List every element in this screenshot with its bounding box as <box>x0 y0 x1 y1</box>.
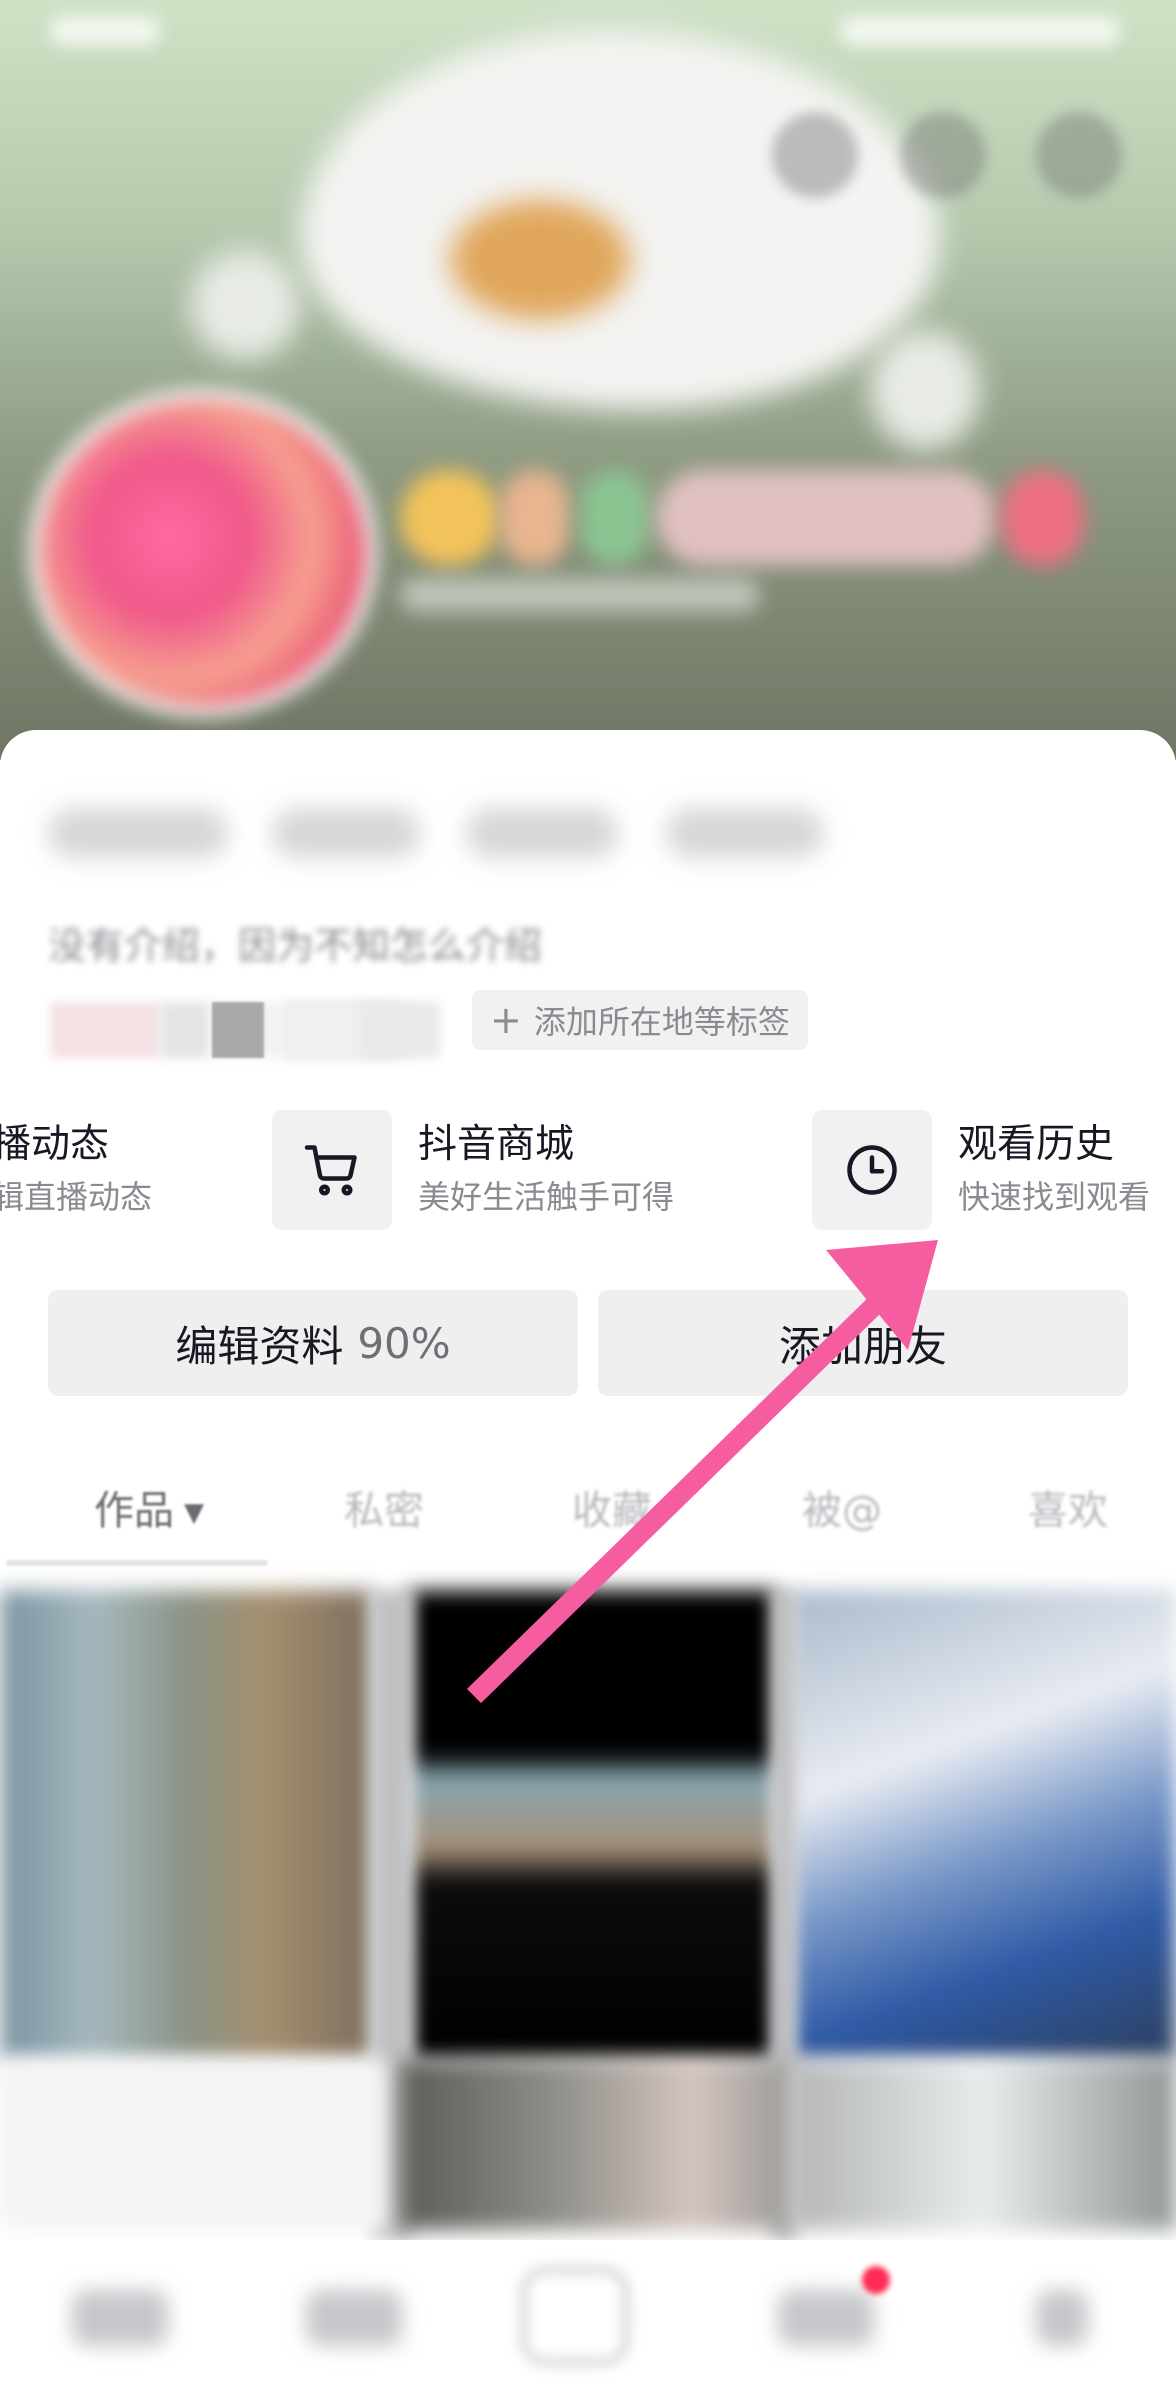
shortcut-title: 抖音商城 <box>418 1122 575 1167</box>
notification-dot <box>862 2266 890 2294</box>
add-friends-button[interactable]: 添加朋友 <box>598 1290 1128 1396</box>
shortcut-douyin-mall[interactable]: 抖音商城 美好生活触手可得 <box>272 1108 674 1232</box>
profile-bio: 没有介绍，因为不知怎么介绍 <box>48 924 543 968</box>
shortcut-title: 播动态 <box>0 1122 110 1167</box>
tab-mentions[interactable]: 被@ <box>802 1478 882 1538</box>
cover-decoration <box>190 250 300 360</box>
shortcut-subtitle: 快速找到观看 <box>958 1178 1151 1216</box>
video-thumbnail[interactable] <box>400 2060 790 2230</box>
video-thumbnail[interactable] <box>790 1590 1176 2060</box>
plus-icon: + <box>490 998 522 1042</box>
tag-mosaic <box>160 1002 210 1058</box>
shortcut-watch-history[interactable]: 观看历史 快速找到观看 <box>812 1108 1150 1232</box>
add-tag-button[interactable]: + 添加所在地等标签 <box>472 990 808 1050</box>
create-button[interactable] <box>520 2266 630 2366</box>
tab-label: 作品 <box>94 1488 174 1534</box>
fans-icon[interactable] <box>772 112 858 198</box>
cover-illustration <box>300 30 940 410</box>
tab-works[interactable]: 作品 ▼ <box>94 1478 204 1538</box>
verify-icon <box>1002 470 1084 566</box>
status-indicators <box>840 16 1120 46</box>
profile-cover <box>0 0 1176 760</box>
edit-profile-button[interactable]: 编辑资料 90% <box>48 1290 578 1396</box>
username <box>656 470 996 566</box>
stat-visitors[interactable] <box>666 808 824 858</box>
tag-mosaic <box>50 1002 160 1058</box>
add-tag-label: 添加所在地等标签 <box>533 1003 790 1041</box>
tab-label: 收藏 <box>572 1488 652 1534</box>
tab-likes[interactable]: 喜欢 <box>1028 1478 1108 1538</box>
nav-friends[interactable] <box>306 2290 402 2346</box>
avatar[interactable] <box>28 388 378 718</box>
tab-favorites[interactable]: 收藏 <box>572 1478 652 1538</box>
status-bar <box>0 0 1176 70</box>
stat-followers[interactable] <box>466 808 618 858</box>
stat-likes[interactable] <box>48 808 228 858</box>
shortcut-live-updates[interactable]: 播动态 辑直播动态 <box>0 1108 152 1232</box>
caret-down-icon: ▼ <box>184 1498 204 1528</box>
cover-decoration <box>870 330 980 450</box>
shortcut-subtitle: 美好生活触手可得 <box>418 1178 675 1216</box>
badge-icon <box>500 470 570 566</box>
badge-icon <box>580 470 650 566</box>
tab-label: 喜欢 <box>1028 1488 1108 1534</box>
video-thumbnail[interactable] <box>410 1590 776 2060</box>
shortcut-subtitle: 辑直播动态 <box>0 1178 153 1216</box>
status-time <box>50 16 160 46</box>
user-id <box>400 578 760 612</box>
tab-private[interactable]: 私密 <box>344 1478 424 1538</box>
tab-label: 被@ <box>802 1488 882 1534</box>
video-thumbnail[interactable] <box>790 2060 1176 2230</box>
cart-icon <box>272 1110 392 1230</box>
tag-mosaic <box>360 1002 440 1058</box>
tab-label: 私密 <box>344 1488 424 1534</box>
shortcut-title: 观看历史 <box>958 1122 1115 1167</box>
more-icon[interactable] <box>1036 112 1122 198</box>
cover-bear-face <box>450 200 630 320</box>
clock-icon <box>812 1110 932 1230</box>
search-icon[interactable] <box>900 112 986 198</box>
add-friends-label: 添加朋友 <box>778 1321 947 1371</box>
profile-completion: 90% <box>357 1318 451 1368</box>
nav-me[interactable] <box>1036 2290 1088 2346</box>
tag-mosaic <box>212 1002 264 1058</box>
nav-messages[interactable] <box>778 2290 874 2346</box>
edit-profile-label: 编辑资料 <box>175 1321 344 1371</box>
video-thumbnail[interactable] <box>0 2060 390 2230</box>
badge-icon <box>400 470 500 566</box>
stat-following[interactable] <box>272 808 420 858</box>
nav-home[interactable] <box>72 2290 168 2346</box>
active-tab-indicator <box>6 1560 268 1566</box>
video-thumbnail[interactable] <box>0 1590 372 2060</box>
